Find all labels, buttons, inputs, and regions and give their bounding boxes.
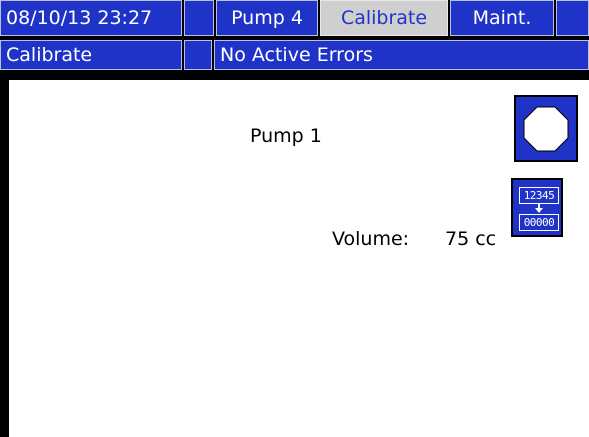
datetime-display: 08/10/13 23:27 — [0, 0, 182, 36]
tab-pump-4[interactable]: Pump 4 — [216, 0, 318, 36]
reset-counter-icon: 12345 00000 — [513, 180, 561, 235]
stop-button[interactable] — [514, 95, 578, 162]
volume-value: 75 cc — [445, 228, 497, 250]
counter-digits-top: 12345 — [519, 187, 559, 204]
counter-digits-bottom: 00000 — [519, 214, 559, 231]
volume-label: Volume: — [332, 228, 410, 250]
blank-cell-1 — [184, 0, 214, 36]
tab-label: Pump 4 — [231, 6, 303, 29]
tab-calibrate[interactable]: Calibrate — [320, 0, 448, 36]
hmi-screen: 08/10/13 23:27 Pump 4 Calibrate Maint. C… — [0, 0, 589, 437]
content-area: Pump 1 Volume: 75 cc 12345 00000 — [9, 80, 589, 437]
pump-label: Pump 1 — [250, 125, 322, 147]
error-status-text: No Active Errors — [220, 43, 373, 66]
blank-cell-3 — [184, 40, 212, 70]
tab-label: Calibrate — [340, 6, 428, 29]
stop-octagon-icon — [523, 106, 569, 151]
screen-name-display: Calibrate — [0, 40, 182, 70]
error-status: No Active Errors — [214, 40, 589, 70]
tab-label: Maint. — [472, 6, 532, 29]
screen-name-text: Calibrate — [6, 43, 93, 66]
blank-cell-2 — [556, 0, 589, 36]
tab-maint[interactable]: Maint. — [450, 0, 554, 36]
datetime-text: 08/10/13 23:27 — [6, 6, 153, 29]
arrow-down-icon — [535, 204, 543, 213]
status-bar: Calibrate No Active Errors — [0, 38, 589, 72]
reset-counter-button[interactable]: 12345 00000 — [511, 178, 563, 237]
top-bar: 08/10/13 23:27 Pump 4 Calibrate Maint. — [0, 0, 589, 38]
